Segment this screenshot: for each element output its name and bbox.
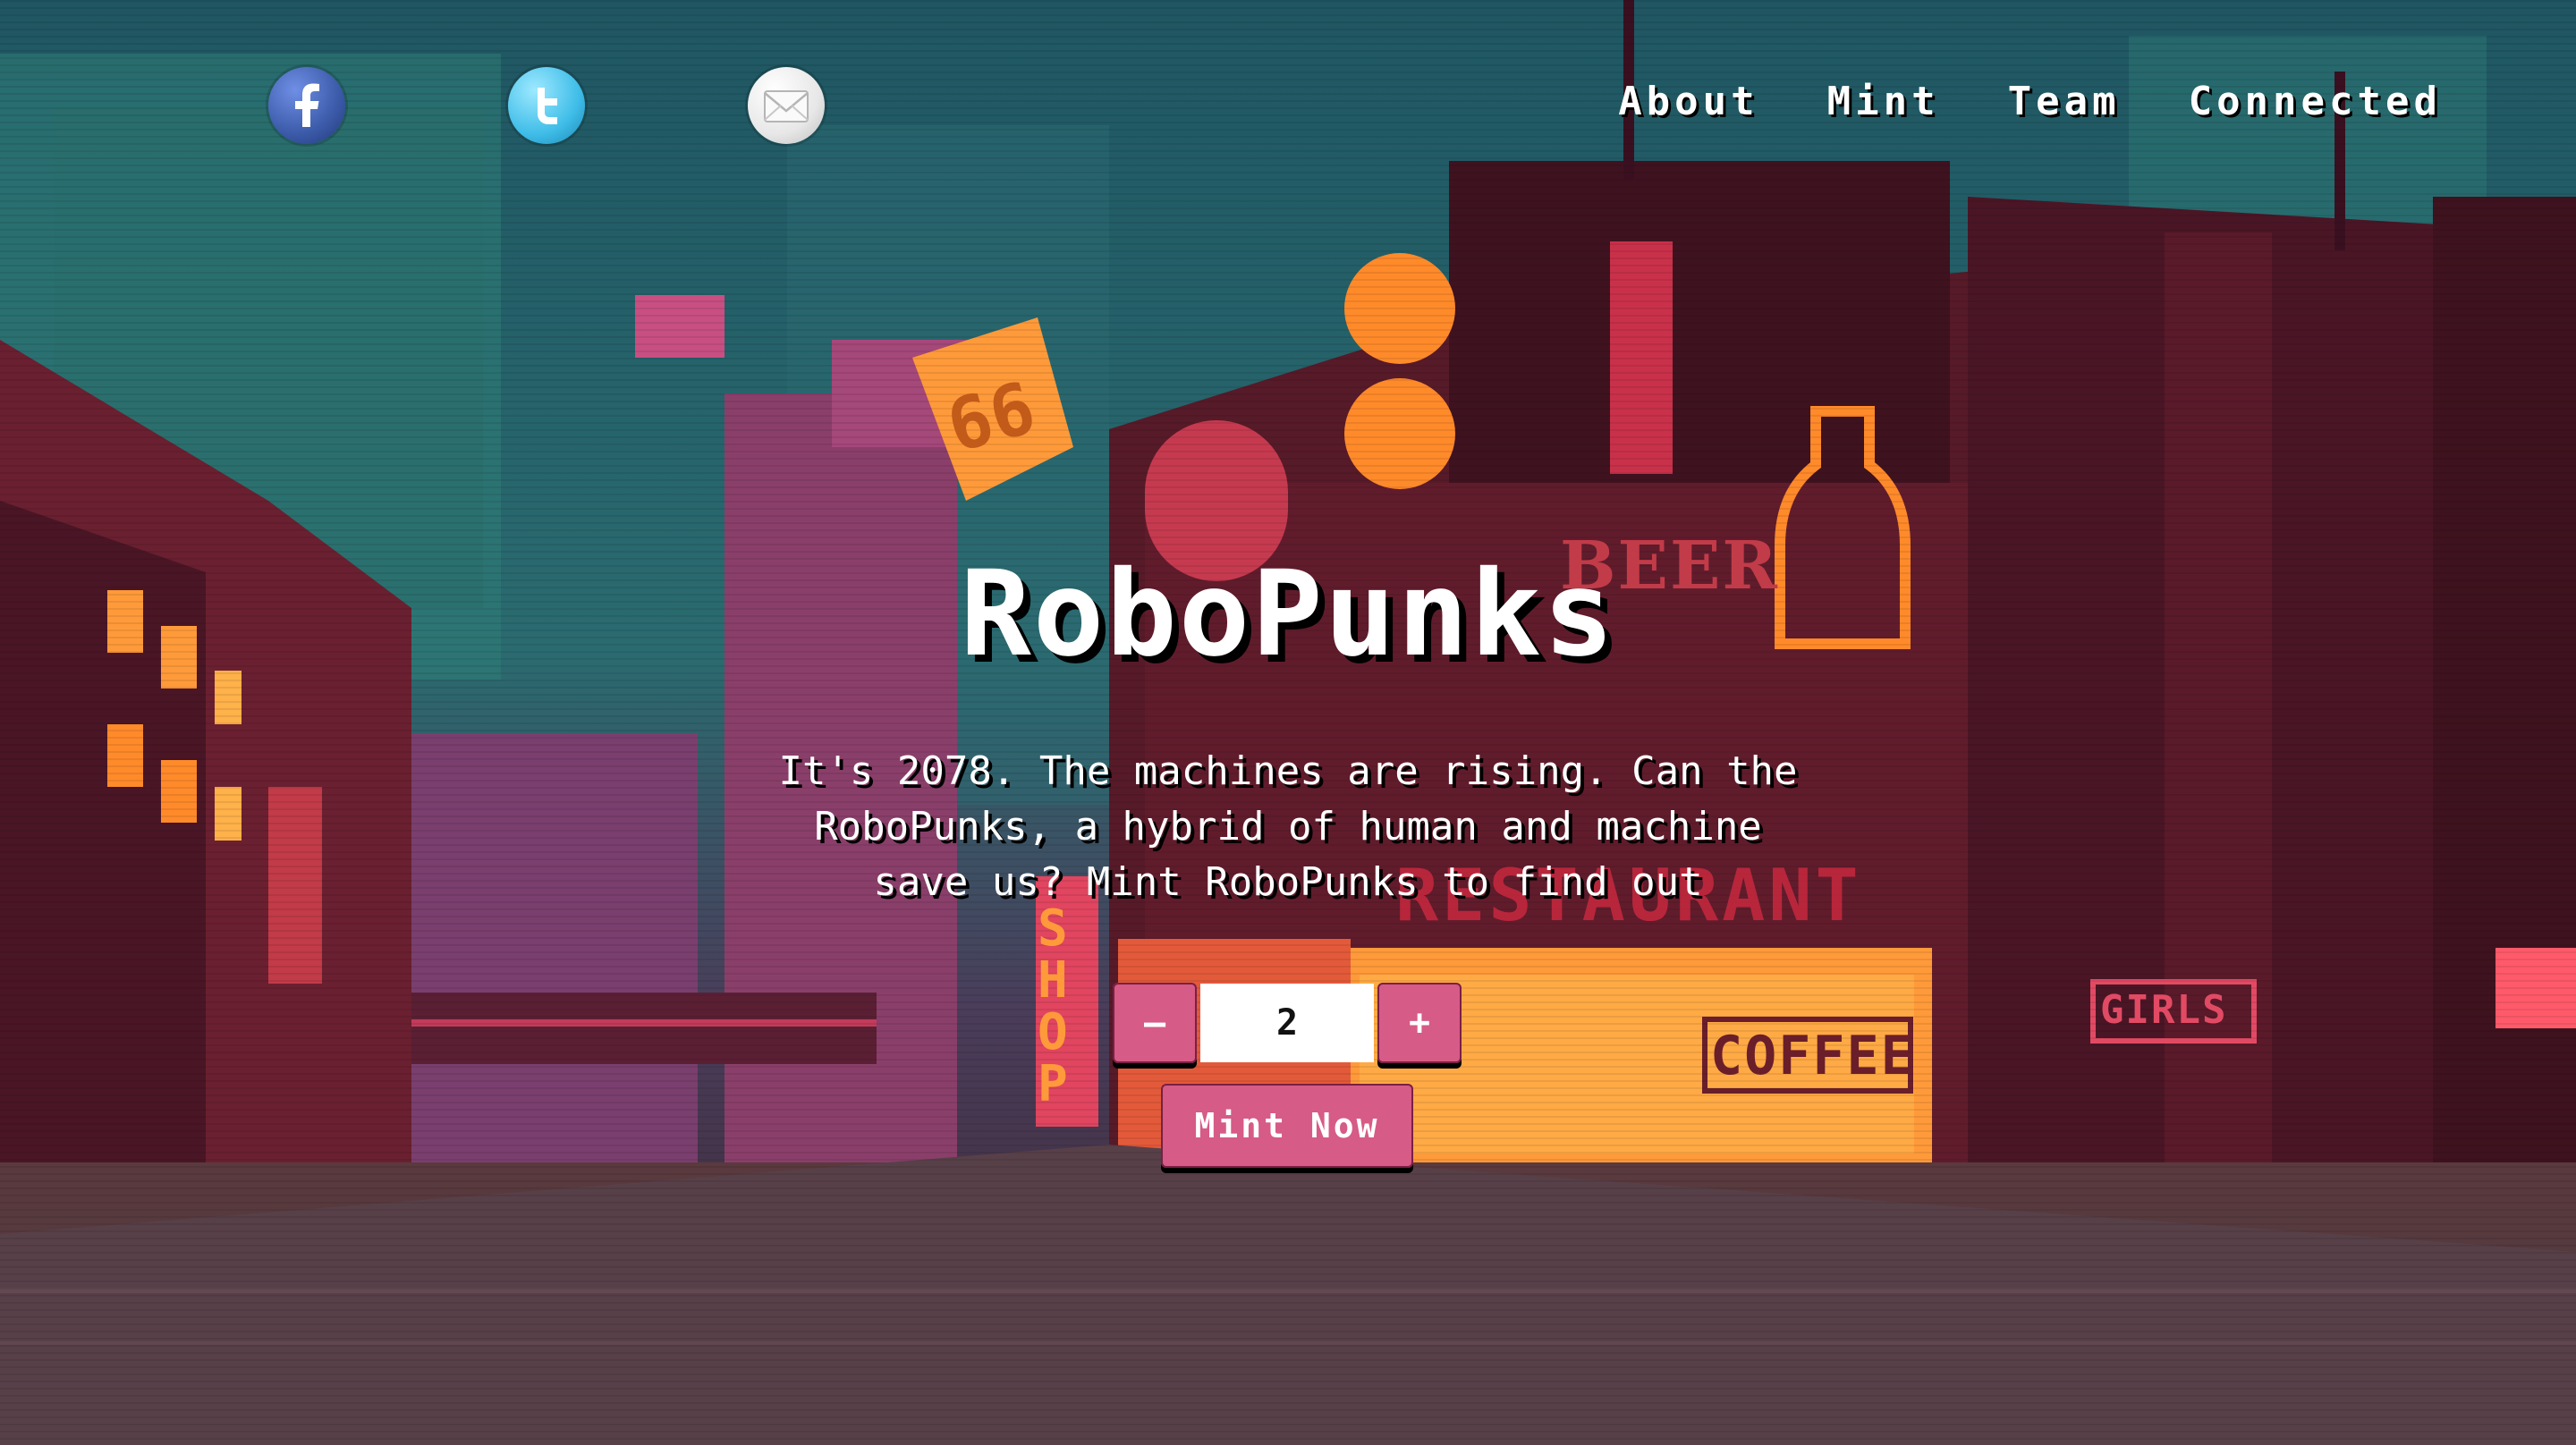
quantity-input[interactable] [1200, 984, 1374, 1062]
girls-sign: GIRLS [2100, 987, 2228, 1033]
decrement-button[interactable]: – [1113, 983, 1197, 1063]
nav-team[interactable]: Team [2008, 79, 2121, 124]
twitter-icon [538, 88, 557, 124]
hero-description-line-3: save us? Mint RoboPunks to find out [873, 859, 1703, 905]
facebook-link[interactable] [268, 67, 345, 144]
nav-mint[interactable]: Mint [1827, 79, 1940, 124]
coffee-sign: COFFEE [1710, 1025, 1915, 1087]
hero-description-line-1: It's 2078. The machines are rising. Can … [778, 748, 1798, 794]
email-link[interactable] [748, 67, 825, 144]
quantity-stepper: – + [1113, 980, 1462, 1066]
increment-button[interactable]: + [1377, 983, 1462, 1063]
hero-title: RoboPunks [960, 545, 1616, 683]
email-icon [764, 90, 809, 123]
nav-about[interactable]: About [1618, 79, 1758, 124]
hero-description-line-2: RoboPunks, a hybrid of human and machine [814, 804, 1762, 849]
connect-wallet-button[interactable]: Connected [2189, 79, 2442, 124]
main-nav: About Mint Team Connected [1550, 79, 2442, 124]
mint-now-button[interactable]: Mint Now [1161, 1084, 1413, 1168]
facebook-icon [295, 83, 319, 127]
shop-sign: SHOP [1038, 900, 1068, 1113]
twitter-link[interactable] [508, 67, 585, 144]
cyberpunk-city-background [0, 0, 2576, 1445]
hero-description: It's 2078. The machines are rising. Can … [769, 744, 1807, 910]
